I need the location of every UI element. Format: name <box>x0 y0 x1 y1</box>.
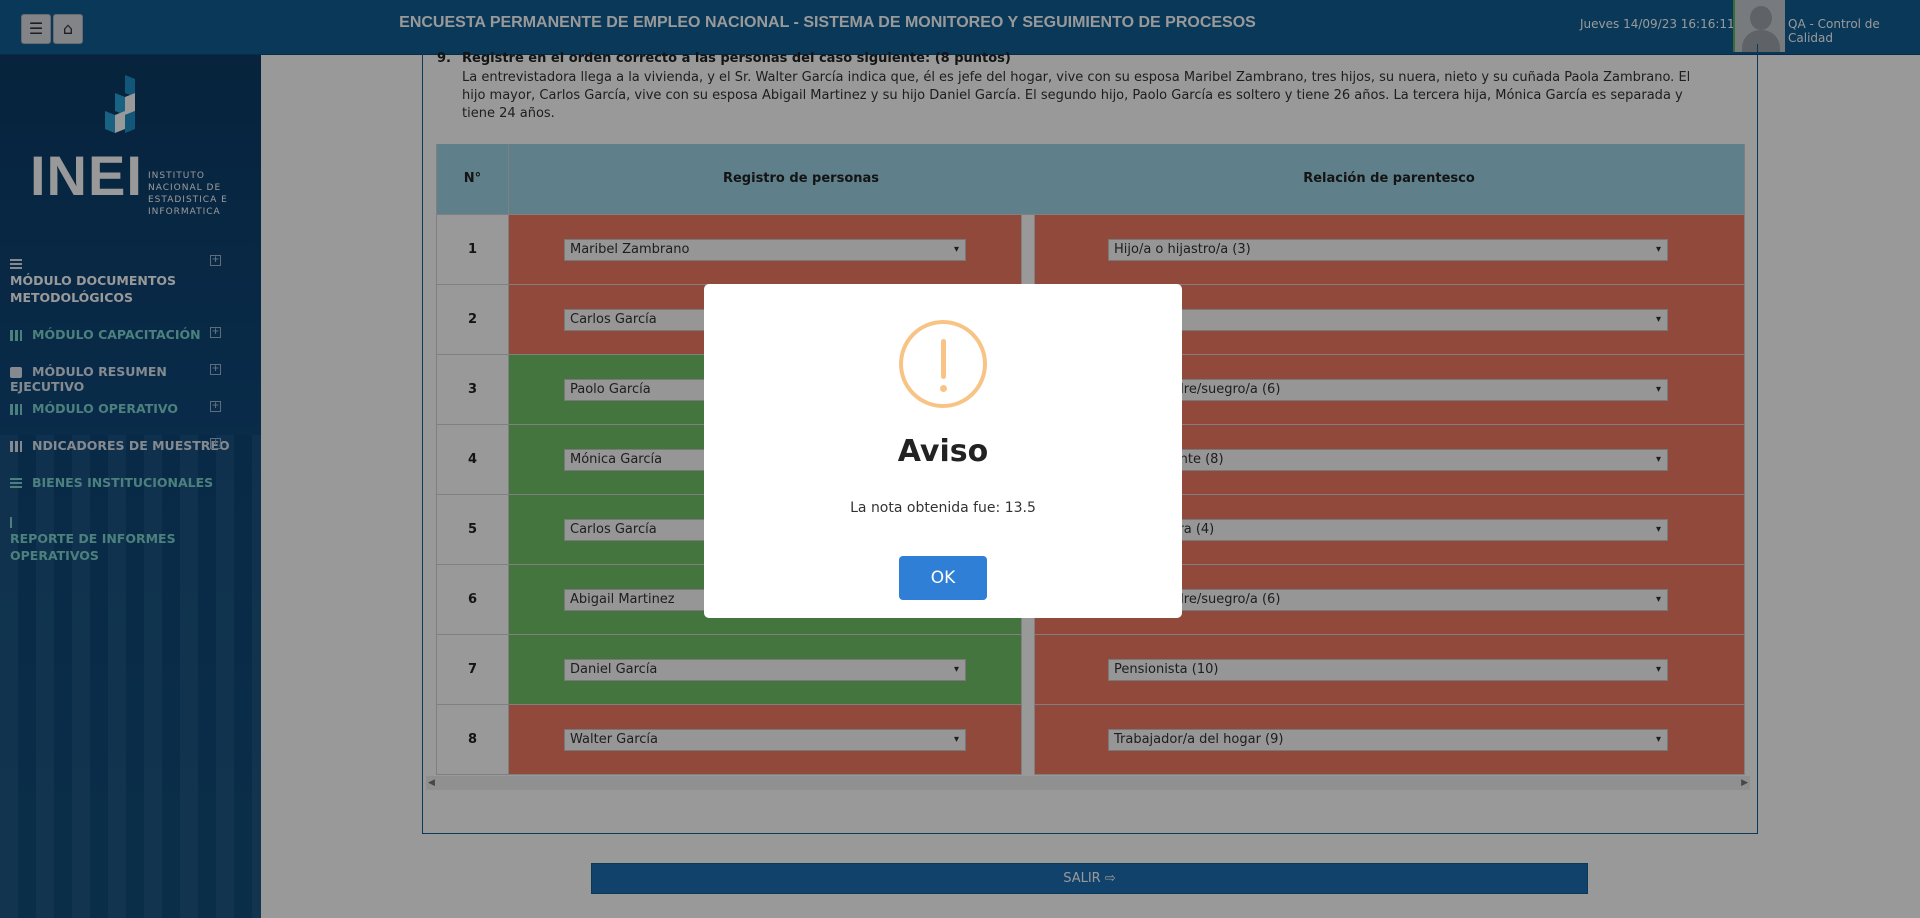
warning-icon <box>899 320 987 408</box>
alert-dialog: Aviso La nota obtenida fue: 13.5 OK <box>704 284 1182 618</box>
dialog-title: Aviso <box>897 434 989 469</box>
ok-button[interactable]: OK <box>899 556 987 600</box>
dialog-message: La nota obtenida fue: 13.5 <box>850 500 1036 516</box>
